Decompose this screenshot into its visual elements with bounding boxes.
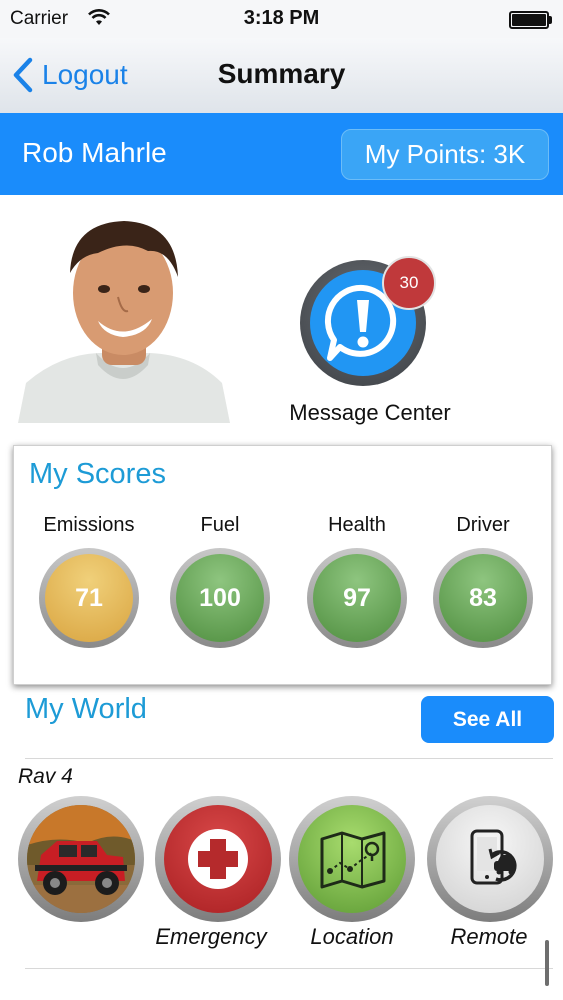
score-label: Health: [328, 514, 386, 536]
location-disc: [298, 805, 406, 913]
score-health: Health 97: [292, 510, 422, 648]
score-value: 100: [176, 554, 264, 642]
red-cross-icon: [188, 829, 248, 889]
message-center-label: Message Center: [289, 400, 451, 425]
my-points-button[interactable]: My Points: 3K: [341, 129, 549, 180]
score-value: 83: [439, 554, 527, 642]
remote-disc: [436, 805, 544, 913]
location-button[interactable]: [289, 796, 415, 922]
score-fuel: Fuel 100: [155, 510, 285, 648]
score-health-button[interactable]: 97: [307, 548, 407, 648]
remote-label: Remote: [450, 924, 528, 949]
vehicle-photo-button[interactable]: [18, 796, 144, 922]
divider: [25, 758, 553, 759]
score-driver-button[interactable]: 83: [433, 548, 533, 648]
remote-button[interactable]: [427, 796, 553, 922]
battery-icon: [509, 11, 552, 29]
my-scores-card: My Scores Emissions 71 Fuel 100 Health 9…: [13, 445, 552, 685]
see-all-button[interactable]: See All: [421, 696, 554, 743]
vehicle-name: Rav 4: [18, 765, 73, 788]
score-value: 71: [45, 554, 133, 642]
score-emissions-button[interactable]: 71: [39, 548, 139, 648]
phone-car-remote-icon: [470, 829, 517, 885]
scrollbar[interactable]: [545, 940, 549, 986]
emergency-disc: [164, 805, 272, 913]
score-label: Fuel: [200, 514, 240, 536]
location-label: Location: [310, 924, 394, 949]
emergency-label: Emergency: [155, 924, 267, 949]
score-label: Driver: [456, 514, 510, 536]
score-driver: Driver 83: [418, 510, 548, 648]
vehicle-ring: [18, 796, 144, 922]
status-bar: Carrier 3:18 PM: [0, 0, 563, 38]
my-world-title: My World: [25, 693, 147, 725]
message-count-badge: 30: [382, 256, 436, 310]
location-ring: [289, 796, 415, 922]
user-photo-icon: [18, 215, 230, 423]
divider: [25, 968, 553, 969]
score-fuel-button[interactable]: 100: [170, 548, 270, 648]
user-header: Rob Mahrle My Points: 3K: [0, 113, 563, 195]
my-scores-title: My Scores: [29, 458, 166, 490]
score-label: Emissions: [43, 514, 135, 536]
remote-ring: [427, 796, 553, 922]
vehicle-photo-icon: [27, 805, 135, 913]
status-time: 3:18 PM: [243, 7, 320, 29]
map-icon: [320, 831, 386, 889]
score-value: 97: [313, 554, 401, 642]
avatar[interactable]: [18, 215, 230, 423]
navigation-bar: Logout Summary: [0, 38, 563, 113]
emergency-button[interactable]: [155, 796, 281, 922]
page-title: Summary: [217, 58, 346, 89]
user-name: Rob Mahrle: [22, 137, 167, 168]
score-emissions: Emissions 71: [24, 510, 154, 648]
emergency-ring: [155, 796, 281, 922]
